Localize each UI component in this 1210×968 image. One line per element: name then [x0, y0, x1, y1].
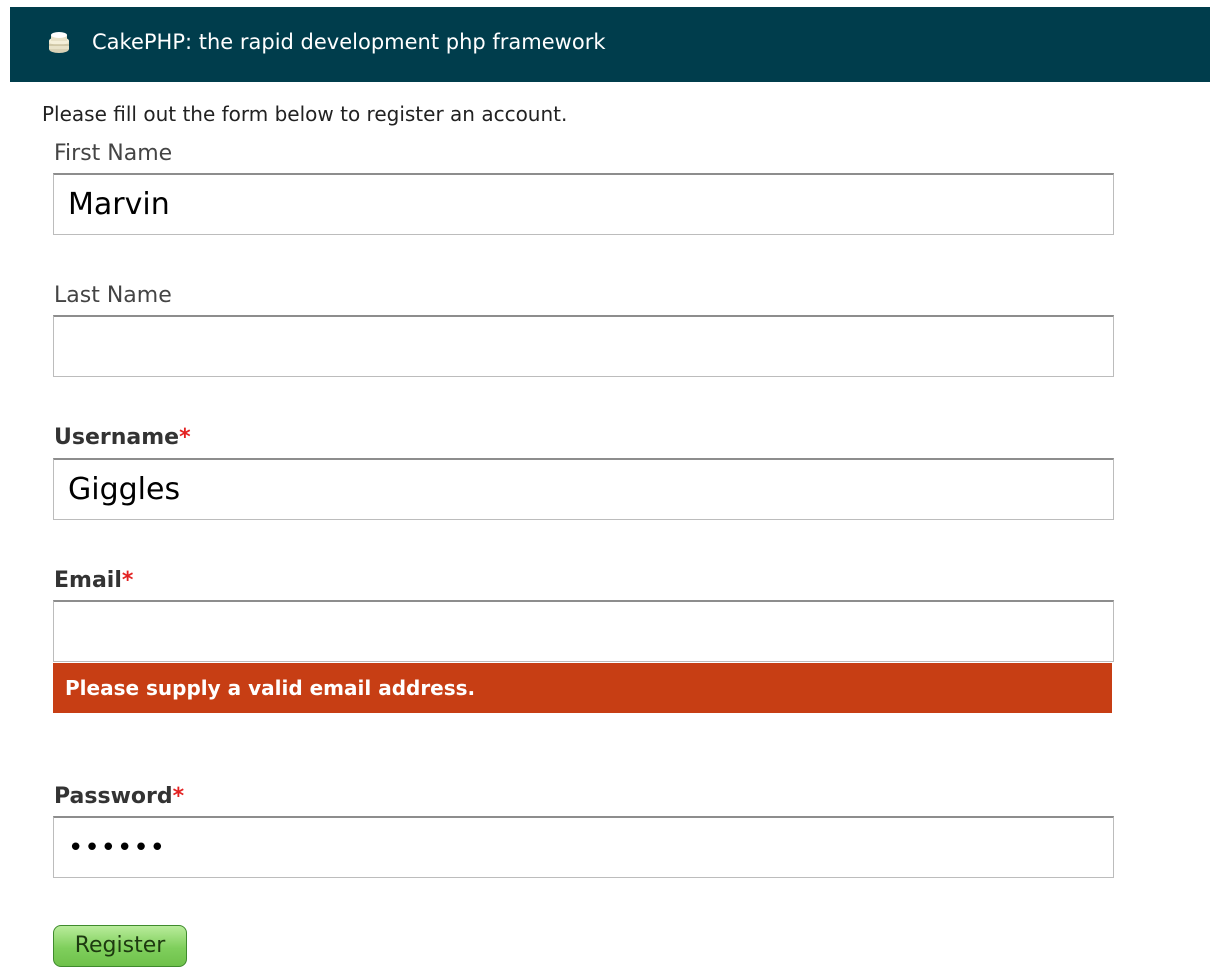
first-name-input[interactable]: [53, 173, 1114, 235]
email-label: Email*: [54, 567, 133, 595]
first-name-label-text: First Name: [54, 141, 173, 166]
email-error-message: Please supply a valid email address.: [53, 663, 1112, 713]
required-marker: *: [179, 425, 191, 450]
required-marker: *: [121, 568, 134, 593]
cake-stack-icon: [46, 29, 72, 55]
last-name-label-text: Last Name: [54, 283, 172, 308]
username-label-text: Username: [54, 425, 180, 450]
last-name-label: Last Name: [54, 282, 172, 310]
email-label-text: Email: [54, 568, 122, 593]
register-button[interactable]: Register: [53, 925, 187, 967]
form-intro: Please fill out the form below to regist…: [42, 102, 568, 126]
required-marker: *: [172, 784, 185, 809]
username-input[interactable]: [53, 458, 1114, 520]
last-name-input[interactable]: [53, 315, 1114, 377]
password-label: Password*: [54, 783, 184, 811]
username-label: Username*: [54, 424, 191, 452]
registration-page: CakePHP: the rapid development php frame…: [0, 0, 1210, 968]
first-name-label: First Name: [54, 140, 172, 168]
email-input[interactable]: [53, 600, 1114, 662]
password-input[interactable]: [53, 816, 1114, 878]
password-label-text: Password: [54, 784, 173, 809]
app-header: CakePHP: the rapid development php frame…: [10, 7, 1210, 82]
app-title: CakePHP: the rapid development php frame…: [92, 30, 606, 54]
